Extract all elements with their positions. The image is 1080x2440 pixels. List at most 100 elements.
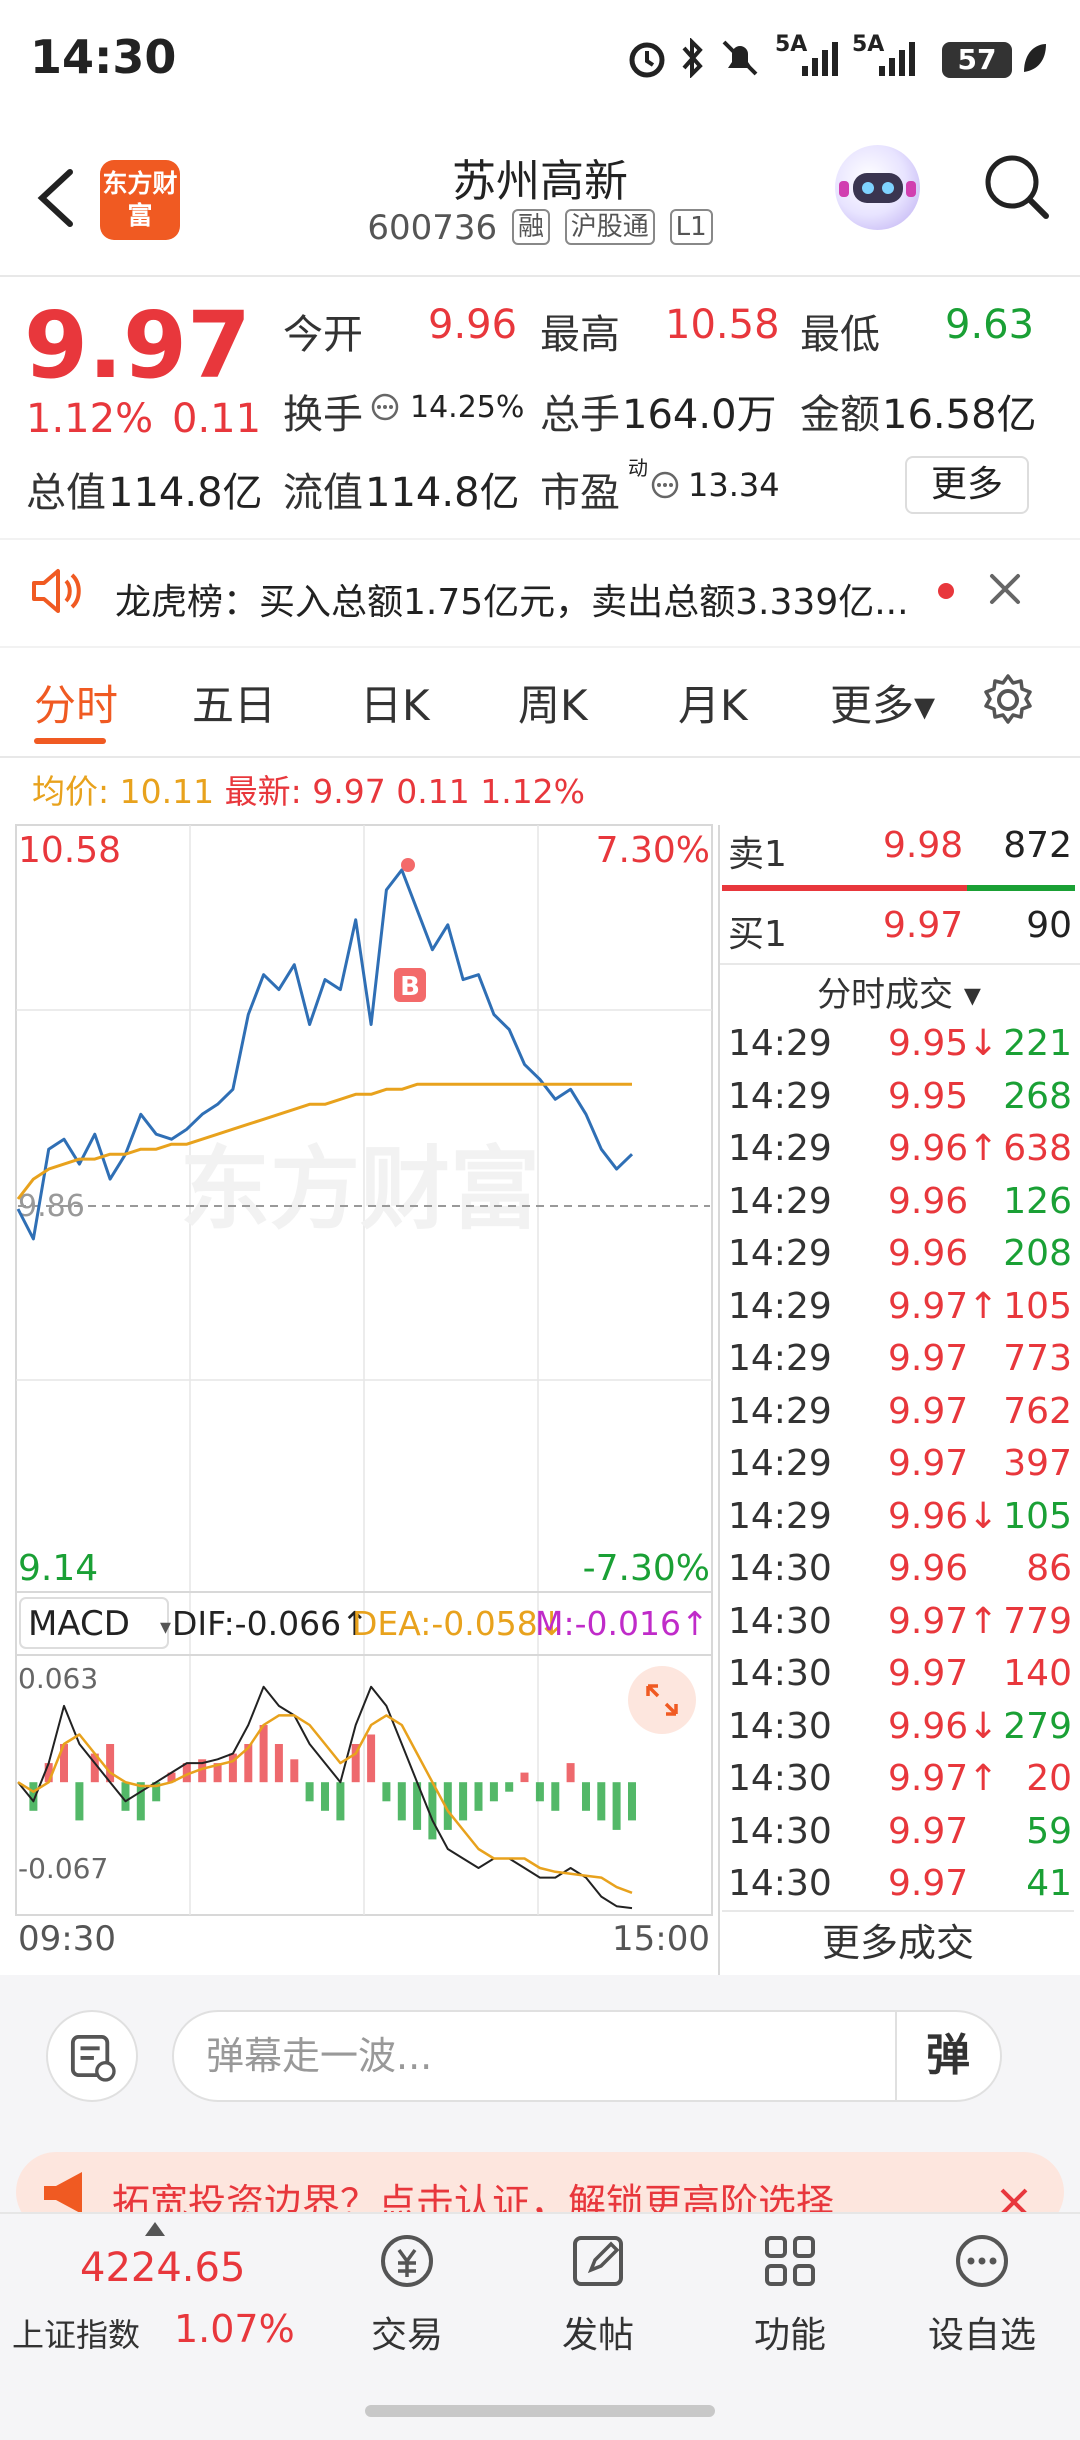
trade-time: 14:29 xyxy=(728,1075,832,1117)
trade-price: 9.97 xyxy=(888,1863,969,1904)
pe-info-icon[interactable] xyxy=(650,470,680,500)
index-percent[interactable]: 1.07% xyxy=(174,2307,295,2351)
trade-price: 9.97↑ xyxy=(888,1600,999,1642)
nav-functions-label: 功能 xyxy=(753,2315,826,2356)
trade-price: 9.96 xyxy=(888,1180,969,1222)
trade-volume: 105 xyxy=(1003,1495,1072,1537)
tab-five-day[interactable]: 五日 xyxy=(192,672,276,733)
danmaku-toggle[interactable]: 弹 xyxy=(895,2012,999,2100)
danmaku-settings-button[interactable] xyxy=(46,2010,138,2102)
trade-time: 14:30 xyxy=(728,1653,832,1694)
nav-add-watchlist[interactable]: 设自选 xyxy=(907,2230,1057,2358)
macd-hist-bar xyxy=(305,1782,314,1802)
macd-hist-bar xyxy=(336,1782,345,1821)
bluetooth-icon xyxy=(682,38,703,78)
y-bottom-label: 9.14 xyxy=(18,1548,98,1589)
trade-time: 14:29 xyxy=(728,1443,832,1484)
trade-volume: 762 xyxy=(1003,1390,1072,1432)
trade-price: 9.95 xyxy=(888,1075,969,1117)
buy1-label: 买1 xyxy=(728,914,787,955)
open-label: 今开 xyxy=(283,312,363,358)
trade-volume: 20 xyxy=(1026,1758,1072,1799)
trade-volume: 105 xyxy=(1003,1285,1072,1327)
yuan-icon xyxy=(381,2235,433,2287)
tab-weekly-k[interactable]: 周K xyxy=(518,672,588,733)
macd-hist-bar xyxy=(566,1763,575,1783)
macd-hist-bar xyxy=(382,1782,391,1802)
trade-volume: 268 xyxy=(1003,1075,1072,1117)
open-value: 9.96 xyxy=(428,302,518,348)
trade-time: 14:29 xyxy=(728,1495,832,1537)
speaker-icon xyxy=(32,569,81,613)
notice-text[interactable]: 龙虎榜：买入总额1.75亿元，卖出总额3.339亿... xyxy=(115,573,909,625)
trade-time: 14:29 xyxy=(728,1390,832,1432)
stock-code: 600736 xyxy=(367,208,498,248)
nav-trade[interactable]: 交易 xyxy=(332,2230,482,2358)
buy1-vol: 90 xyxy=(1026,905,1072,946)
macd-dropdown-icon: ▾ xyxy=(160,1615,171,1640)
change-percent: 1.12% xyxy=(26,396,154,442)
danmaku-input[interactable]: 弹幕走一波... xyxy=(172,2010,1002,2102)
trade-time: 14:29 xyxy=(728,1285,832,1327)
tab-monthly-k[interactable]: 月K xyxy=(678,672,748,733)
macd-hist-bar xyxy=(489,1782,498,1802)
price-info-line: 均价: 10.11 最新: 9.97 0.11 1.12% xyxy=(32,765,585,813)
macd-top-label: 0.063 xyxy=(18,1662,98,1695)
sell1-label: 卖1 xyxy=(728,834,787,875)
more-trades-button[interactable]: 更多成交 xyxy=(722,1910,1074,1972)
robot-assistant-icon[interactable] xyxy=(835,145,920,230)
low-label: 最低 xyxy=(800,312,880,358)
trade-time: 14:30 xyxy=(728,1758,832,1799)
nav-functions[interactable]: 功能 xyxy=(715,2230,865,2358)
tag-margin: 融 xyxy=(511,209,550,245)
trade-price: 9.96 xyxy=(888,1548,969,1589)
trade-volume: 126 xyxy=(1003,1180,1072,1222)
intraday-chart[interactable]: 东方财富 9.86 B 10.58 7.30% 9.14 -7.30% MACD… xyxy=(0,820,718,1970)
trade-volume: 773 xyxy=(1003,1338,1072,1379)
pct-value: 1.12% xyxy=(480,772,586,811)
more-quote-button[interactable]: 更多 xyxy=(905,456,1029,514)
mktcap-value: 114.8亿 xyxy=(108,470,263,516)
trade-time: 14:30 xyxy=(728,1863,832,1904)
low-value: 9.63 xyxy=(945,302,1035,348)
tab-more[interactable]: 更多▾ xyxy=(830,672,935,733)
macd-hist-bar xyxy=(321,1782,329,1811)
ask-ratio-bar xyxy=(967,885,1075,891)
mute-bell-icon xyxy=(722,40,758,76)
index-value[interactable]: 4224.65 xyxy=(80,2245,245,2291)
trade-price: 9.96↓ xyxy=(888,1705,999,1747)
trade-price: 9.97 xyxy=(888,1653,969,1694)
macd-hist-bar xyxy=(274,1744,283,1783)
x-end-label: 15:00 xyxy=(612,1919,710,1959)
macd-hist-bar xyxy=(474,1782,483,1811)
gear-icon[interactable] xyxy=(980,672,1036,728)
index-arrow-icon xyxy=(145,2222,165,2236)
nav-post-label: 发帖 xyxy=(561,2315,634,2356)
trade-volume: 279 xyxy=(1003,1705,1072,1747)
home-indicator[interactable] xyxy=(365,2405,715,2417)
index-name[interactable]: 上证指数 xyxy=(12,2310,140,2356)
macd-hist-bar xyxy=(367,1734,376,1783)
pe-label: 市盈 xyxy=(540,470,620,516)
sell1-vol: 872 xyxy=(1003,825,1072,866)
close-icon[interactable] xyxy=(980,564,1030,614)
trade-volume: 41 xyxy=(1026,1863,1072,1904)
trade-price: 9.97 xyxy=(888,1338,969,1379)
nav-post[interactable]: 发帖 xyxy=(523,2230,673,2358)
avg-value: 10.11 xyxy=(119,772,215,811)
ob-divider xyxy=(718,963,1080,965)
trade-time: 14:29 xyxy=(728,1338,832,1379)
trades-title[interactable]: 分时成交 ▾ xyxy=(718,967,1080,1016)
search-icon[interactable] xyxy=(978,148,1054,224)
trade-time: 14:30 xyxy=(728,1810,832,1852)
signal-1-icon xyxy=(802,42,838,76)
change-value: 0.11 xyxy=(172,396,262,442)
header-divider xyxy=(0,275,1080,277)
tab-daily-k[interactable]: 日K xyxy=(360,672,430,733)
macd-hist-bar xyxy=(551,1782,560,1811)
trade-volume: 86 xyxy=(1026,1548,1072,1589)
info-icon[interactable] xyxy=(370,392,400,422)
bid-ratio-bar xyxy=(722,885,967,891)
buy1-price: 9.97 xyxy=(883,905,964,946)
tab-intraday[interactable]: 分时 xyxy=(34,672,118,733)
